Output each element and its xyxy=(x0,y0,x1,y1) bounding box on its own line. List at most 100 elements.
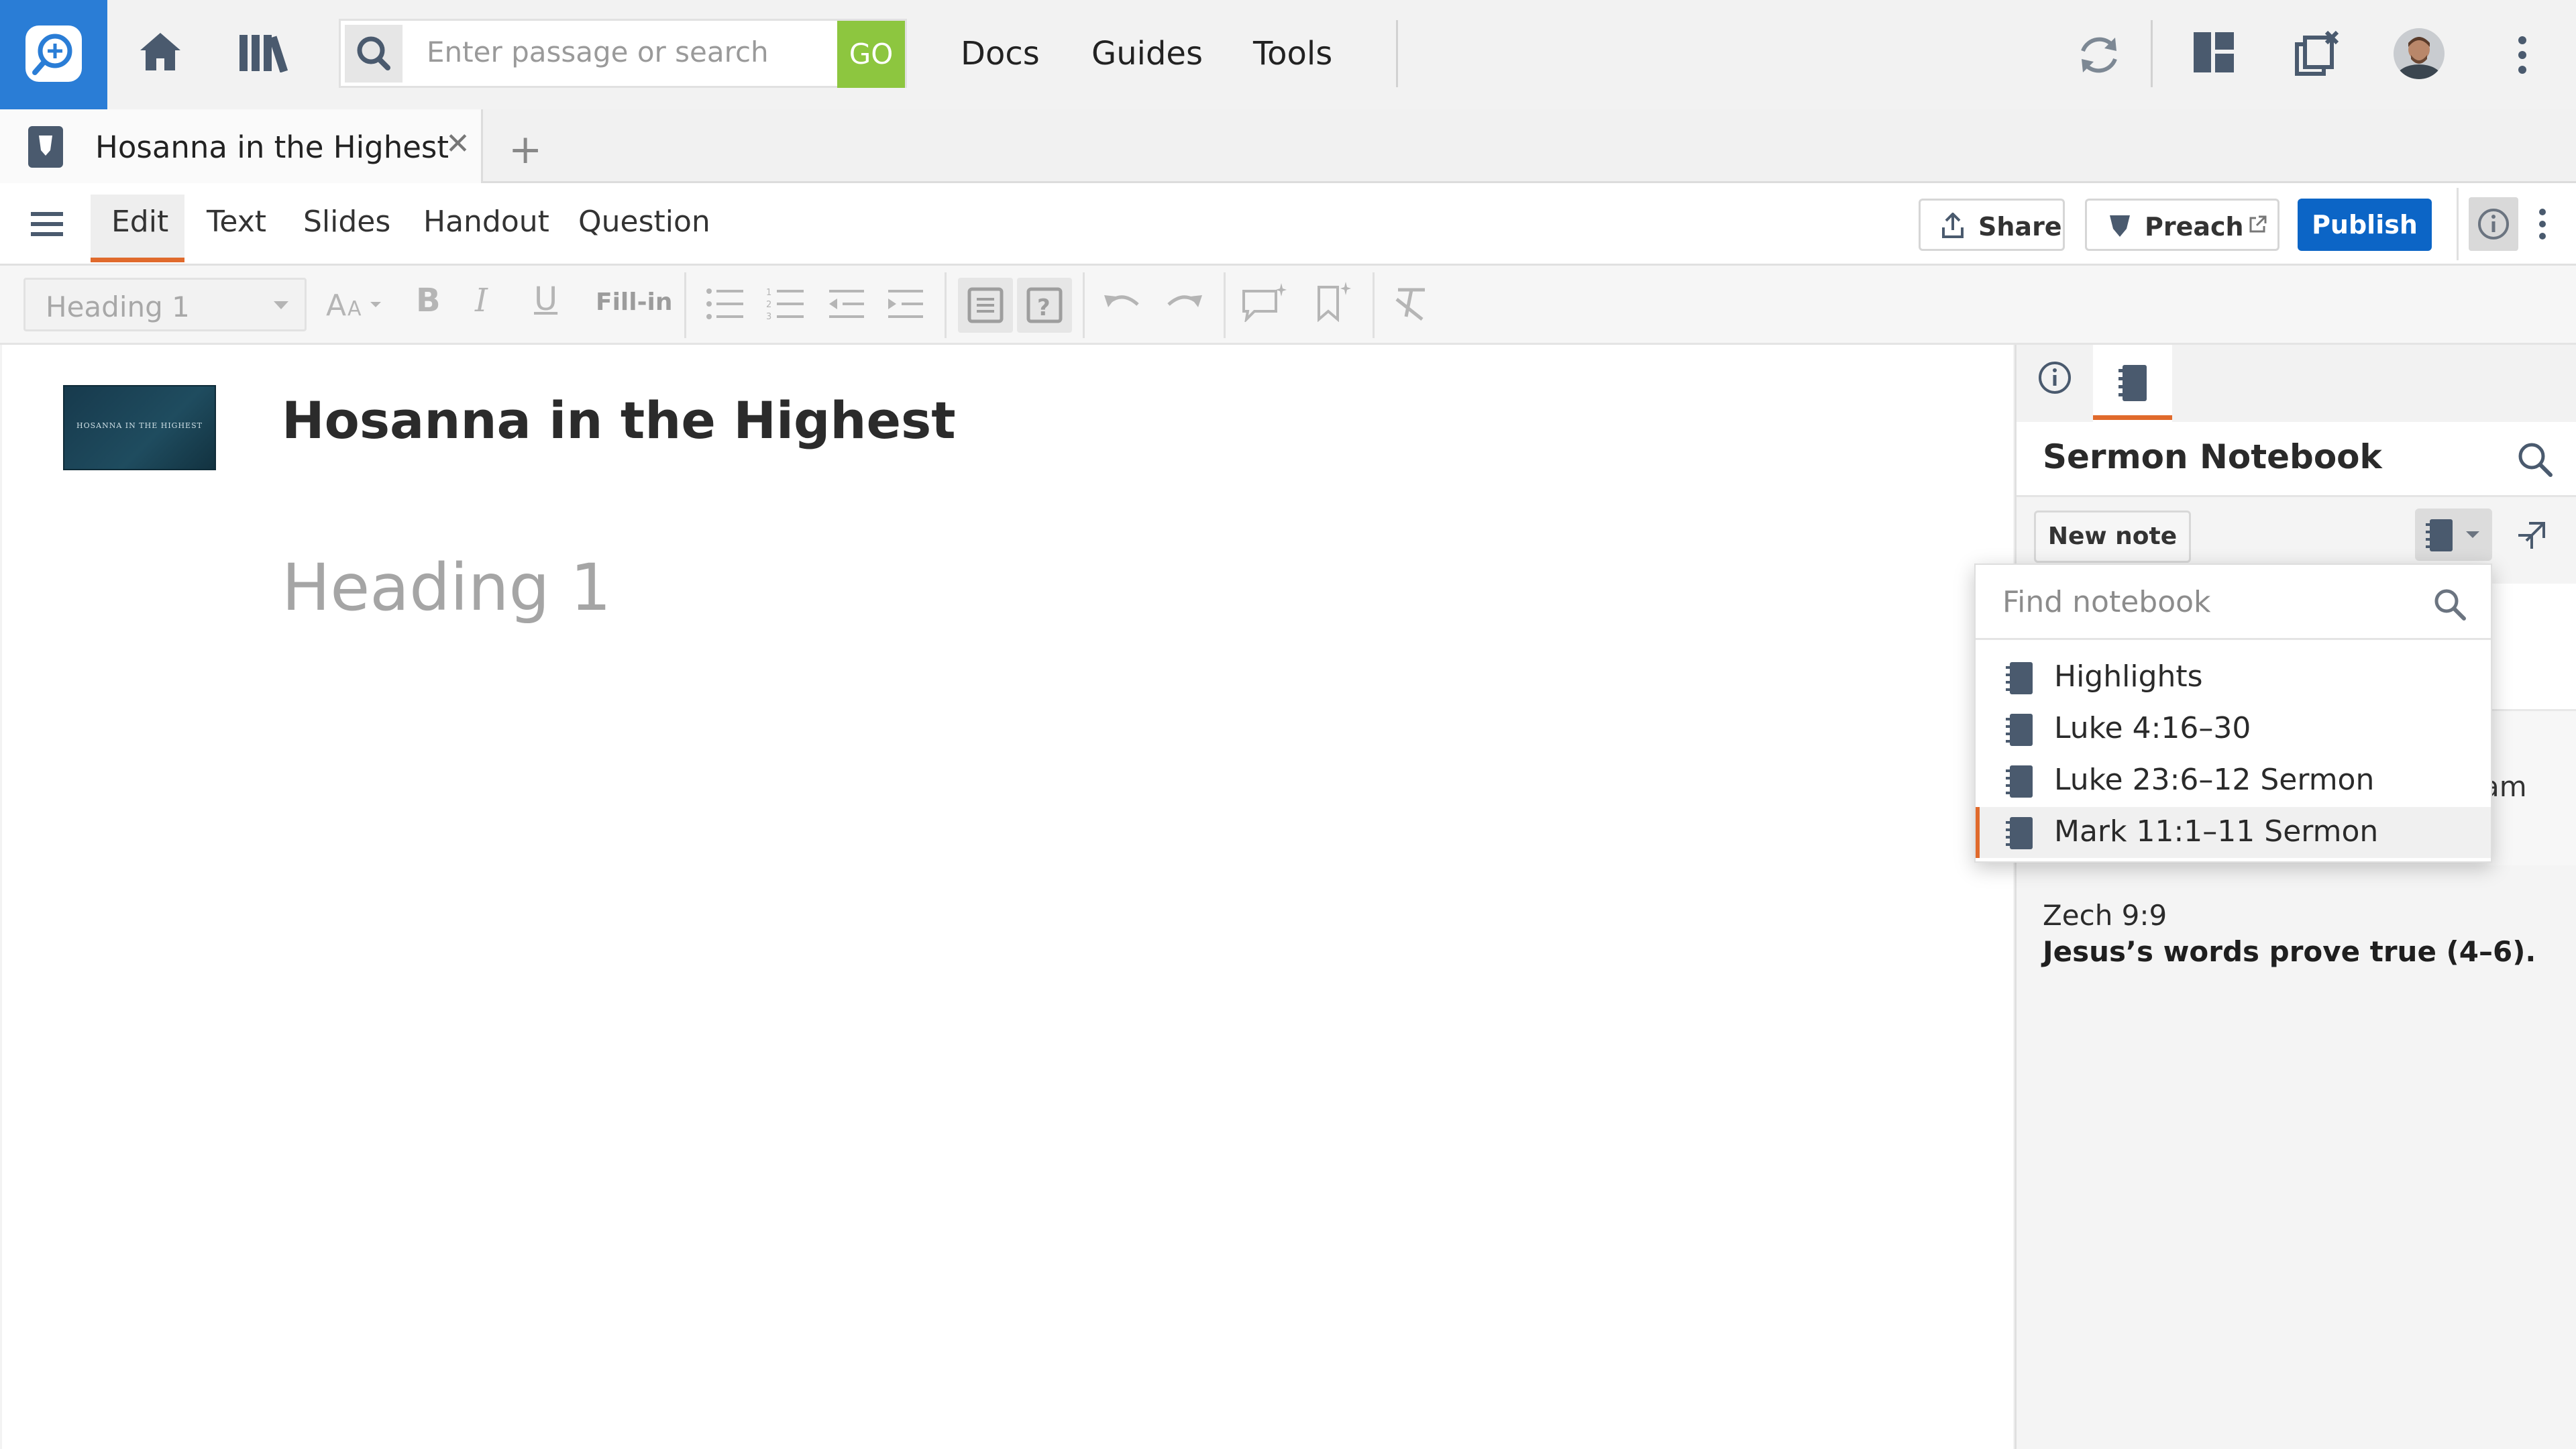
indent-icon[interactable] xyxy=(885,287,926,321)
search-icon xyxy=(2432,586,2467,621)
font-size-icon[interactable]: AA xyxy=(326,284,386,325)
share-label: Share xyxy=(1978,212,2062,241)
search-input[interactable]: Enter passage or search xyxy=(427,36,769,68)
find-notebook-field[interactable]: Find notebook xyxy=(1976,565,2491,640)
tab-handout[interactable]: Handout xyxy=(423,205,549,239)
pop-out-icon[interactable] xyxy=(2516,519,2548,551)
find-notebook-input[interactable]: Find notebook xyxy=(2002,585,2211,619)
svg-text:3: 3 xyxy=(766,312,771,321)
bold-icon[interactable]: B xyxy=(416,282,441,319)
divider xyxy=(1396,20,1398,87)
info-toggle-button[interactable] xyxy=(2469,197,2518,251)
sermon-doc-icon xyxy=(28,126,63,168)
search-box[interactable]: Enter passage or search GO xyxy=(339,19,907,88)
tab-close-icon[interactable]: ✕ xyxy=(445,127,470,161)
notebook-picker-button[interactable] xyxy=(2415,508,2492,561)
tab-question[interactable]: Question xyxy=(578,205,710,239)
info-icon xyxy=(2477,207,2510,241)
notebook-option[interactable]: Highlights xyxy=(1976,652,2491,703)
undo-icon[interactable] xyxy=(1103,288,1143,318)
tab-edit-underline xyxy=(91,258,184,262)
note-reference[interactable]: Zech 9:9 xyxy=(2043,899,2167,932)
notebook-option-selected[interactable]: Mark 11:1–11 Sermon xyxy=(1976,807,2491,858)
user-avatar[interactable] xyxy=(2394,28,2445,79)
layout-icon[interactable] xyxy=(2192,31,2235,74)
fill-in-button[interactable]: Fill-in xyxy=(596,288,673,316)
library-icon[interactable] xyxy=(238,32,288,72)
info-icon xyxy=(2037,360,2073,396)
notebook-icon xyxy=(2424,518,2455,553)
sync-icon[interactable] xyxy=(2075,31,2123,79)
document-title[interactable]: Hosanna in the Highest xyxy=(282,390,956,450)
divider xyxy=(684,272,686,338)
redo-icon[interactable] xyxy=(1163,288,1203,318)
panel-info-tab[interactable] xyxy=(2037,360,2073,396)
format-toolbar xyxy=(0,266,2576,345)
logos-logo[interactable] xyxy=(0,0,107,109)
divider xyxy=(1373,272,1375,338)
tab-title: Hosanna in the Highest xyxy=(95,129,449,165)
publish-button[interactable]: Publish xyxy=(2298,199,2432,251)
hamburger-menu-icon[interactable] xyxy=(31,211,63,237)
add-comment-icon[interactable] xyxy=(1241,282,1288,322)
underline-icon[interactable]: U xyxy=(534,280,557,318)
bullet-list-icon[interactable] xyxy=(706,287,746,321)
preach-button[interactable]: Preach xyxy=(2085,199,2279,251)
numbered-list-icon[interactable]: 1 2 3 xyxy=(766,287,806,321)
sermon-thumbnail[interactable]: HOSANNA IN THE HIGHEST xyxy=(63,385,216,470)
tab-text[interactable]: Text xyxy=(207,205,266,239)
document-editor[interactable] xyxy=(2,345,2013,1449)
preach-label: Preach xyxy=(2145,212,2244,241)
divider xyxy=(1224,272,1226,338)
notebook-icon xyxy=(2004,661,2035,696)
more-vertical-icon[interactable] xyxy=(2514,35,2530,75)
clear-formatting-icon[interactable] xyxy=(1393,284,1430,322)
notebook-option-label: Highlights xyxy=(2054,659,2203,694)
go-button[interactable]: GO xyxy=(837,21,905,88)
divider xyxy=(2457,188,2459,260)
heading-placeholder[interactable]: Heading 1 xyxy=(282,550,611,625)
share-icon xyxy=(1941,213,1965,239)
panel-title: Sermon Notebook xyxy=(2043,437,2382,476)
svg-text:A: A xyxy=(326,288,346,323)
nav-docs[interactable]: Docs xyxy=(961,35,1040,72)
outdent-icon[interactable] xyxy=(826,287,867,321)
paragraph-style-select[interactable]: Heading 1 xyxy=(23,278,307,331)
notebook-option[interactable]: Luke 4:16–30 xyxy=(1976,704,2491,755)
close-panels-icon[interactable] xyxy=(2293,30,2341,78)
preach-icon xyxy=(2108,213,2131,239)
divider xyxy=(1083,272,1085,338)
panel-notebook-tab[interactable] xyxy=(2093,345,2172,422)
thumbnail-title: HOSANNA IN THE HIGHEST xyxy=(76,421,203,430)
notebook-icon xyxy=(2004,816,2035,851)
home-icon[interactable] xyxy=(138,30,183,73)
notebook-option-label: Luke 4:16–30 xyxy=(2054,711,2251,745)
question-block-button[interactable]: ? xyxy=(1017,278,1072,333)
paragraph-style-value: Heading 1 xyxy=(46,290,190,323)
tab-edit[interactable]: Edit xyxy=(111,205,168,239)
panel-search-icon[interactable] xyxy=(2516,440,2553,478)
add-bookmark-icon[interactable] xyxy=(1313,280,1354,322)
notebook-option-label: Mark 11:1–11 Sermon xyxy=(2054,814,2379,849)
tab-document[interactable]: Hosanna in the Highest ✕ xyxy=(0,109,483,185)
tab-slides[interactable]: Slides xyxy=(303,205,390,239)
svg-text:1: 1 xyxy=(766,288,771,298)
search-icon[interactable] xyxy=(345,25,402,83)
selection-indicator xyxy=(1976,807,1980,858)
divider xyxy=(2151,20,2153,87)
block-style-button[interactable] xyxy=(958,278,1013,333)
nav-guides[interactable]: Guides xyxy=(1091,35,1203,72)
italic-icon[interactable]: I xyxy=(475,282,488,319)
more-vertical-icon[interactable] xyxy=(2537,208,2548,240)
new-note-button[interactable]: New note xyxy=(2034,511,2191,563)
notebook-icon xyxy=(2004,764,2035,799)
nav-tools[interactable]: Tools xyxy=(1253,35,1332,72)
notebook-option[interactable]: Luke 23:6–12 Sermon xyxy=(1976,755,2491,806)
note-text: Jesus’s words prove true (4–6). xyxy=(2043,935,2536,968)
divider xyxy=(945,272,947,338)
svg-text:?: ? xyxy=(1037,294,1051,321)
share-button[interactable]: Share xyxy=(1919,199,2065,251)
notebook-dropdown: Find notebook Highlights Luke 4:16–30 Lu… xyxy=(1974,564,2492,863)
chevron-down-icon xyxy=(2465,530,2481,539)
add-tab-icon[interactable]: + xyxy=(508,126,542,173)
